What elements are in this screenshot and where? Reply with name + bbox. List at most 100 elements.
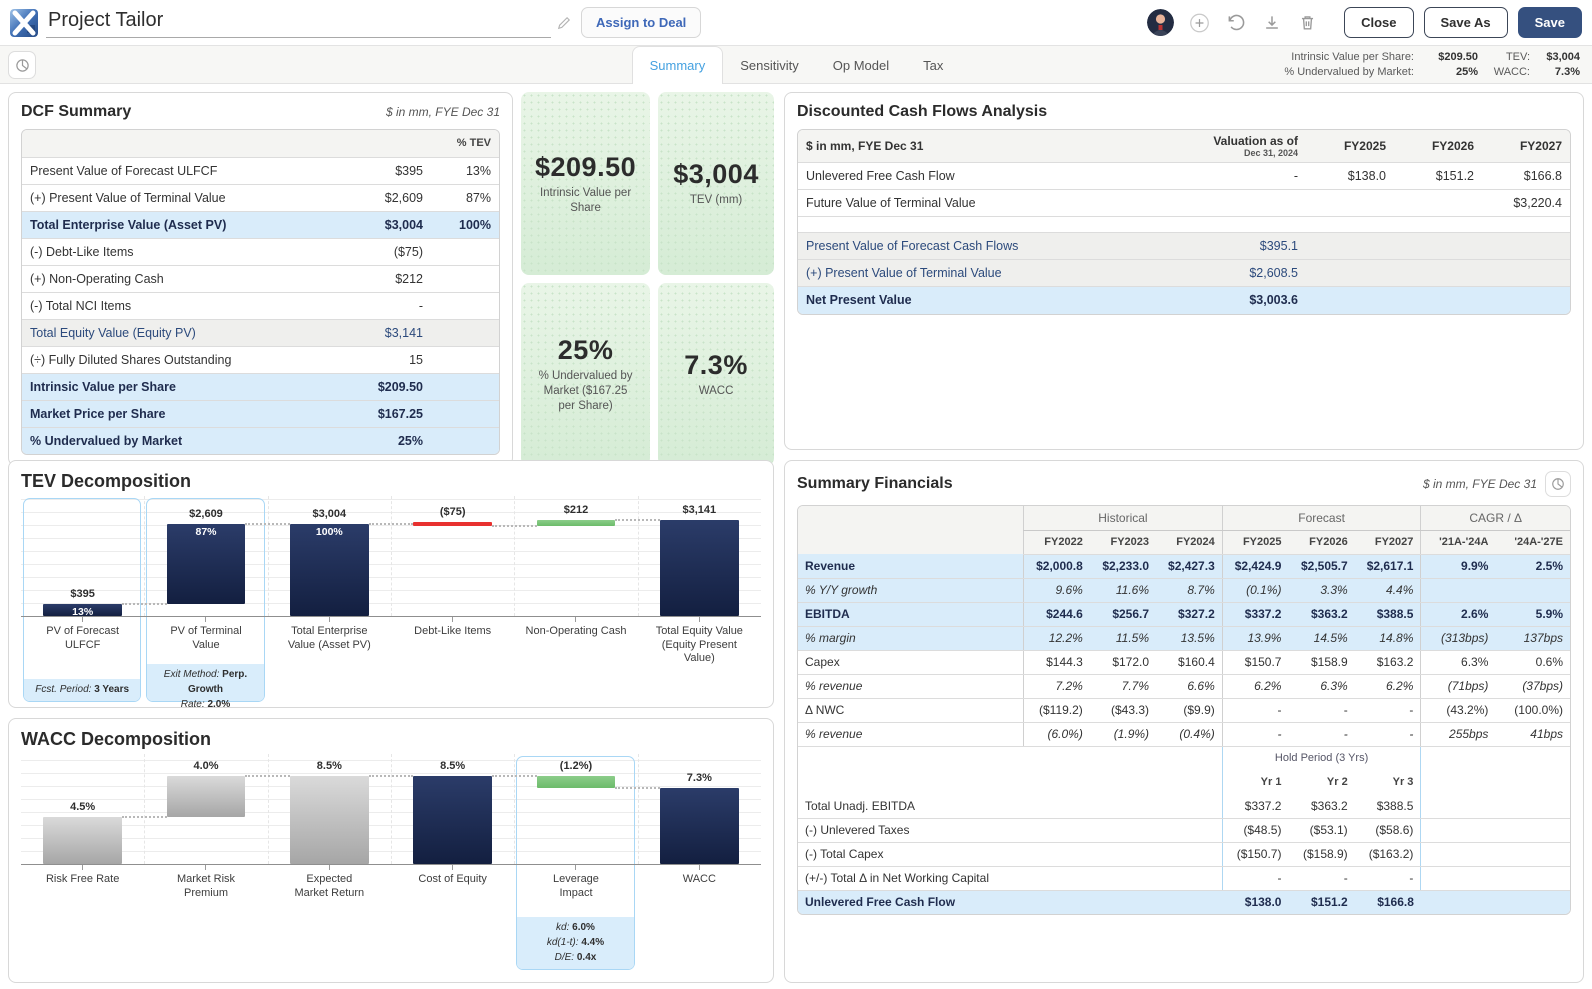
row-year-value — [1482, 233, 1570, 260]
table-settings-icon[interactable] — [1545, 471, 1571, 497]
row-cell: $363.2 — [1288, 602, 1354, 626]
tab-summary[interactable]: Summary — [632, 46, 724, 84]
year-column-header: '21A-'24A — [1421, 530, 1496, 554]
row-cell: - — [1288, 722, 1354, 746]
row-cell: $160.4 — [1156, 650, 1222, 674]
row-year-value — [1306, 233, 1394, 260]
stat-label: TEV: — [1478, 50, 1530, 65]
stat-value: $209.50 — [1414, 50, 1478, 65]
row-cell: 11.6% — [1090, 578, 1156, 602]
tab-op-model[interactable]: Op Model — [816, 46, 906, 84]
row-cell: $363.2 — [1288, 794, 1354, 818]
row-cell: 2.5% — [1495, 554, 1570, 578]
bar-value-label: 8.5% — [391, 759, 514, 774]
row-cell: ($43.3) — [1090, 698, 1156, 722]
row-value — [1156, 190, 1306, 217]
year-column-header: '24A-'27E — [1495, 530, 1570, 554]
row-cell: $158.9 — [1288, 650, 1354, 674]
dcf-summary-title: DCF Summary — [21, 103, 131, 121]
row-label: (÷) Fully Diluted Shares Outstanding — [22, 346, 319, 373]
table-row: Total Unadj. EBITDA$337.2$363.2$388.5 — [798, 794, 1570, 818]
close-button[interactable]: Close — [1344, 7, 1413, 38]
waterfall-bar — [537, 520, 616, 526]
dcf-analysis-card: Discounted Cash Flows Analysis $ in mm, … — [784, 92, 1584, 450]
bar-value-label: 7.3% — [638, 771, 761, 786]
row-cell: ($48.5) — [1222, 818, 1288, 842]
hold-period-year-header: Yr 1 — [1222, 770, 1288, 794]
table-row: % Undervalued by Market25% — [22, 427, 499, 454]
tab-bar: SummarySensitivityOp ModelTax Intrinsic … — [0, 46, 1592, 84]
x-axis-label: Market RiskPremium — [144, 865, 267, 900]
stat-value: $3,004 — [1530, 50, 1580, 65]
user-avatar[interactable] — [1147, 9, 1174, 36]
row-label: Δ NWC — [798, 698, 1024, 722]
row-cell: 3.3% — [1288, 578, 1354, 602]
row-cell — [1495, 578, 1570, 602]
x-axis-label: WACC — [638, 865, 761, 887]
row-cell: $256.7 — [1090, 602, 1156, 626]
row-pct — [431, 292, 499, 319]
tab-tax[interactable]: Tax — [906, 46, 960, 84]
assign-to-deal-button[interactable]: Assign to Deal — [581, 7, 701, 38]
assumption-line: Fcst. Period: 3 Years — [26, 682, 138, 697]
waterfall-bar — [43, 817, 122, 864]
edit-title-icon[interactable] — [557, 16, 571, 30]
row-value: $3,003.6 — [1156, 287, 1306, 314]
row-cell: $151.2 — [1288, 890, 1354, 914]
table-row: Capex$144.3$172.0$160.4$150.7$158.9$163.… — [798, 650, 1570, 674]
row-label: Net Present Value — [798, 287, 1156, 314]
row-cell: $172.0 — [1090, 650, 1156, 674]
tab-sensitivity[interactable]: Sensitivity — [723, 46, 816, 84]
row-value: $2,608.5 — [1156, 260, 1306, 287]
row-cell: $2,424.9 — [1222, 554, 1288, 578]
row-pct — [431, 238, 499, 265]
table-row: EBITDA$244.6$256.7$327.2$337.2$363.2$388… — [798, 602, 1570, 626]
row-year-value — [1482, 287, 1570, 314]
kpi-value: $209.50 — [535, 152, 636, 183]
x-axis-label: Total Equity Value(Equity PresentValue) — [638, 617, 761, 666]
table-row: % revenue7.2%7.7%6.6%6.2%6.3%6.2%(71bps)… — [798, 674, 1570, 698]
project-title-field[interactable]: Project Tailor — [46, 7, 551, 38]
bar-value-label: 4.5% — [21, 800, 144, 815]
pct-tev-column-header: % TEV — [431, 130, 499, 157]
row-label: Unlevered Free Cash Flow — [798, 163, 1156, 190]
row-year-value: $166.8 — [1482, 163, 1570, 190]
stat-value: 25% — [1414, 65, 1478, 80]
row-cell: 6.3% — [1421, 650, 1496, 674]
row-cell: $388.5 — [1355, 602, 1421, 626]
add-user-icon[interactable] — [1189, 12, 1210, 33]
row-year-value — [1306, 260, 1394, 287]
save-as-button[interactable]: Save As — [1424, 7, 1508, 38]
row-cell: $2,233.0 — [1090, 554, 1156, 578]
row-value: - — [1156, 163, 1306, 190]
app-logo-icon — [10, 9, 38, 37]
tev-waterfall-chart: Fcst. Period: 3 YearsExit Method: Perp. … — [21, 496, 761, 704]
x-axis-label: Risk Free Rate — [21, 865, 144, 887]
row-cell: $2,617.1 — [1355, 554, 1421, 578]
download-icon[interactable] — [1261, 12, 1282, 33]
bar-value-label: (1.2%) — [514, 759, 637, 774]
row-label: Intrinsic Value per Share — [22, 373, 319, 400]
tev-chart-title: TEV Decomposition — [21, 471, 191, 492]
waterfall-bar: 100% — [290, 524, 369, 616]
row-year-value — [1394, 190, 1482, 217]
table-row: Present Value of Forecast ULFCF$39513% — [22, 157, 499, 184]
table-row: % revenue(6.0%)(1.9%)(0.4%)---255bps41bp… — [798, 722, 1570, 746]
row-cell: 13.5% — [1156, 626, 1222, 650]
bar-value-label: ($75) — [391, 505, 514, 520]
history-undo-icon[interactable] — [1225, 12, 1246, 33]
row-cell: - — [1222, 866, 1288, 890]
row-label: (-) Unlevered Taxes — [798, 818, 1222, 842]
summary-financials-title: Summary Financials — [797, 475, 953, 493]
row-label: Present Value of Forecast ULFCF — [22, 157, 319, 184]
save-button[interactable]: Save — [1518, 7, 1582, 38]
summary-financials-table: HistoricalForecastCAGR / ΔFY2022FY2023FY… — [798, 506, 1570, 914]
bar-percent-label: 13% — [43, 606, 122, 616]
row-pct — [431, 427, 499, 454]
row-value: - — [319, 292, 431, 319]
row-cell: (0.1%) — [1222, 578, 1288, 602]
table-row: (-) Total NCI Items- — [22, 292, 499, 319]
kpi-card-grid: $209.50Intrinsic Value per Share$3,004TE… — [521, 92, 774, 466]
delete-trash-icon[interactable] — [1297, 12, 1318, 33]
kpi-label: % Undervalued by Market ($167.25 per Sha… — [535, 369, 636, 414]
